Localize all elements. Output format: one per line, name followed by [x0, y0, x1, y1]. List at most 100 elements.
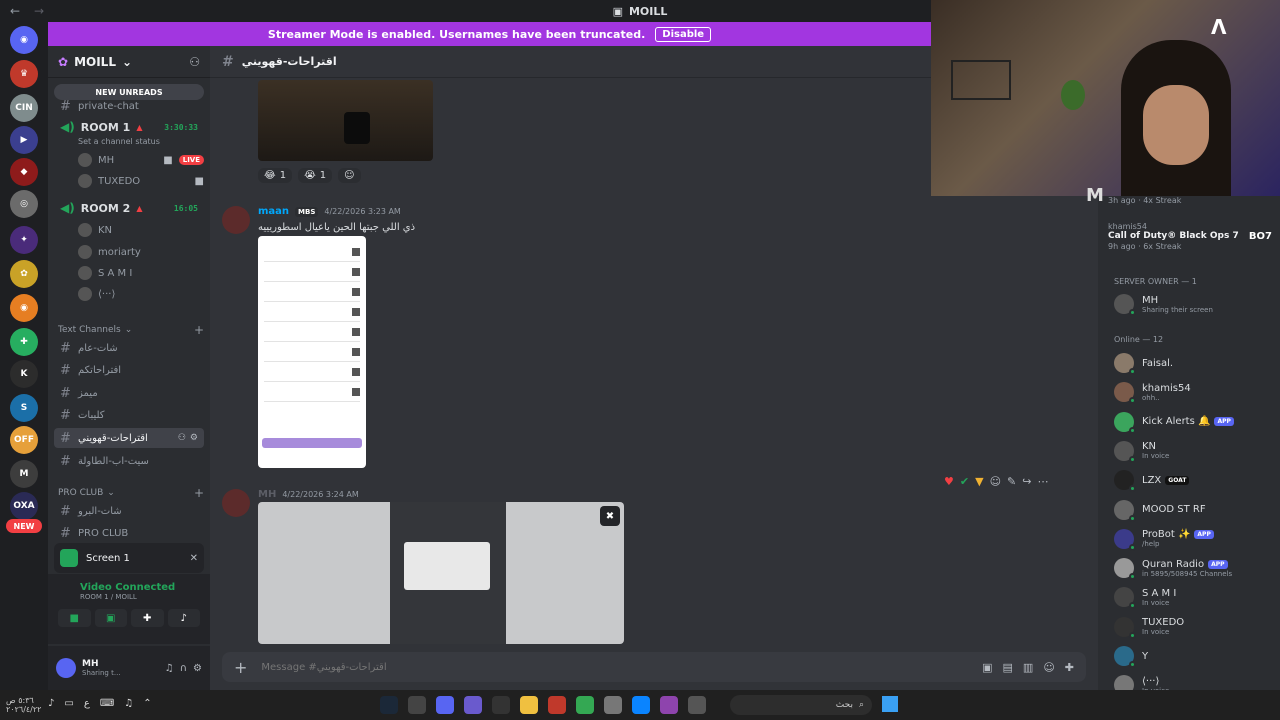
more-icon[interactable]: ⋯	[1037, 475, 1048, 488]
volume-icon[interactable]: ♪	[48, 698, 54, 709]
member-row[interactable]: ⟨···⟩In voice	[1114, 671, 1274, 690]
app-icon[interactable]	[464, 696, 482, 714]
attach-plus-icon[interactable]: +	[234, 658, 247, 677]
close-icon[interactable]: ✕	[190, 553, 198, 564]
member-row[interactable]: Y	[1114, 642, 1274, 670]
text-channel[interactable]: # كليبات	[54, 405, 204, 425]
add-channel-icon[interactable]: +	[194, 323, 204, 337]
activity-card[interactable]: khamis54 Call of Duty® Black Ops 7 BO7 9h…	[1108, 222, 1272, 251]
forward-icon[interactable]: ↪	[1022, 475, 1031, 488]
add-channel-icon[interactable]: +	[194, 486, 204, 500]
language-indicator[interactable]: ع	[84, 698, 90, 709]
text-channel[interactable]: # سيت-اب-الطاولة	[54, 451, 204, 471]
text-channel-active[interactable]: # اقتراحات-قهويني ⚇ ⚙	[54, 428, 204, 448]
apps-icon[interactable]: ✚	[1065, 661, 1074, 674]
invite-icon[interactable]: ⚇	[178, 433, 186, 443]
member-row[interactable]: khamis54 ohh..	[1114, 378, 1274, 406]
voice-user[interactable]: S A M I	[78, 263, 204, 283]
app-icon[interactable]	[548, 696, 566, 714]
store-icon[interactable]	[604, 696, 622, 714]
app-icon[interactable]	[688, 696, 706, 714]
server-green-icon[interactable]: ✚	[10, 328, 38, 356]
message-author[interactable]: MH	[258, 489, 276, 500]
server-offline-icon[interactable]: OFF	[10, 426, 38, 454]
avatar[interactable]	[222, 206, 250, 234]
text-channel[interactable]: # ميمز	[54, 383, 204, 403]
category-text-channels[interactable]: Text Channels ⌄ +	[58, 323, 204, 337]
message-image-coffee-bag[interactable]: ✖	[258, 502, 624, 644]
member-row[interactable]: KN In voice	[1114, 437, 1274, 465]
server-m-icon[interactable]: M	[10, 460, 38, 488]
server-play-icon[interactable]: ▶	[10, 126, 38, 154]
voice-user[interactable]: ⟨···⟩	[78, 284, 204, 304]
keyboard-icon[interactable]: ⌨	[100, 698, 114, 709]
gift-icon[interactable]: ▣	[982, 661, 992, 674]
soundboard-button[interactable]: ♪	[167, 609, 200, 627]
member-row[interactable]: MOOD ST RF	[1114, 496, 1274, 524]
channel-status[interactable]: Set a channel status	[78, 137, 160, 146]
discord-icon[interactable]	[436, 696, 454, 714]
camera-button[interactable]: ■	[58, 609, 91, 627]
app-icon[interactable]	[660, 696, 678, 714]
obs-icon[interactable]	[408, 696, 426, 714]
back-arrow-icon[interactable]: ←	[10, 4, 20, 18]
server-oxa-icon[interactable]: OXA	[10, 492, 38, 520]
server-purple-icon[interactable]: ✦	[10, 226, 38, 254]
thumbs-down-reaction-icon[interactable]: ▼	[975, 475, 983, 488]
windows-start-icon[interactable]	[882, 696, 898, 712]
new-pill[interactable]: NEW	[6, 519, 42, 533]
text-channel[interactable]: # شات-عام	[54, 338, 204, 358]
message-input[interactable]	[261, 661, 969, 673]
server-orange-icon[interactable]: ◉	[10, 294, 38, 322]
clock[interactable]: ٥:٣٦ ص ٢٠٢٦/٤/٢٢	[6, 696, 41, 714]
mic-icon[interactable]: ♫	[124, 698, 133, 709]
file-explorer-icon[interactable]	[520, 696, 538, 714]
edit-icon[interactable]: ✎	[1007, 475, 1016, 488]
member-row[interactable]: Quran Radio APP in 5895/508945 Channels	[1114, 554, 1274, 582]
text-channel[interactable]: # PRO CLUB	[54, 523, 204, 543]
reaction[interactable]: 😂 1	[258, 168, 293, 183]
avatar[interactable]	[222, 489, 250, 517]
server-owl-icon[interactable]: ◎	[10, 190, 38, 218]
heart-reaction-icon[interactable]: ♥	[944, 475, 954, 488]
discord-home-icon[interactable]: ◉	[10, 26, 38, 54]
screen-share-panel[interactable]: Screen 1 ✕	[54, 543, 204, 573]
chrome-icon[interactable]	[576, 696, 594, 714]
category-pro-club[interactable]: PRO CLUB ⌄ +	[58, 486, 204, 500]
trash-icon[interactable]: ✖	[600, 506, 620, 526]
steam-icon[interactable]	[380, 696, 398, 714]
activities-button[interactable]: ✚	[131, 609, 164, 627]
member-row[interactable]: Kick Alerts 🔔 APP	[1114, 408, 1274, 436]
avatar[interactable]	[56, 658, 76, 678]
member-row[interactable]: ProBot ✨ APP/help	[1114, 525, 1274, 553]
reaction[interactable]: 😭 1	[298, 168, 333, 183]
server-s-icon[interactable]: S	[10, 394, 38, 422]
channel-private-chat[interactable]: # private-chat	[54, 96, 204, 116]
member-row[interactable]: S A M I In voice	[1114, 583, 1274, 611]
text-channel[interactable]: # شات-البرو	[54, 501, 204, 521]
voice-user[interactable]: moriarty	[78, 242, 204, 262]
voice-user-mh[interactable]: MH ■ LIVE	[78, 150, 204, 170]
app-icon[interactable]	[492, 696, 510, 714]
chevron-up-icon[interactable]: ⌃	[143, 698, 151, 709]
disable-streamer-button[interactable]: Disable	[655, 26, 712, 42]
rtc-location[interactable]: ROOM 1 / MOILL	[80, 593, 200, 601]
server-yellow-icon[interactable]: ✿	[10, 260, 38, 288]
add-reaction-icon[interactable]: ☺	[990, 475, 1001, 488]
rtc-status[interactable]: Video Connected	[80, 582, 200, 593]
network-icon[interactable]: ▭	[64, 698, 73, 709]
server-cinema-icon[interactable]: CIN	[10, 94, 38, 122]
member-row[interactable]: Faisal.	[1114, 349, 1274, 377]
taskbar-search[interactable]: بحث ⌕	[730, 695, 872, 715]
mic-icon[interactable]: ♫	[165, 663, 174, 674]
sticker-icon[interactable]: ▥	[1023, 661, 1033, 674]
gif-icon[interactable]: ▤	[1003, 661, 1013, 674]
message-image-coffee[interactable]	[258, 80, 433, 161]
server-k-icon[interactable]: K	[10, 360, 38, 388]
check-reaction-icon[interactable]: ✔	[960, 475, 969, 488]
activity-card[interactable]: 3h ago · 4x Streak	[1108, 196, 1272, 205]
add-reaction-icon[interactable]: ☺	[338, 168, 361, 183]
member-row[interactable]: LZX GOAT	[1114, 466, 1274, 494]
voice-user[interactable]: KN	[78, 220, 204, 240]
guild-header[interactable]: ✿ MOILL ⌄ ⚇	[48, 46, 210, 78]
